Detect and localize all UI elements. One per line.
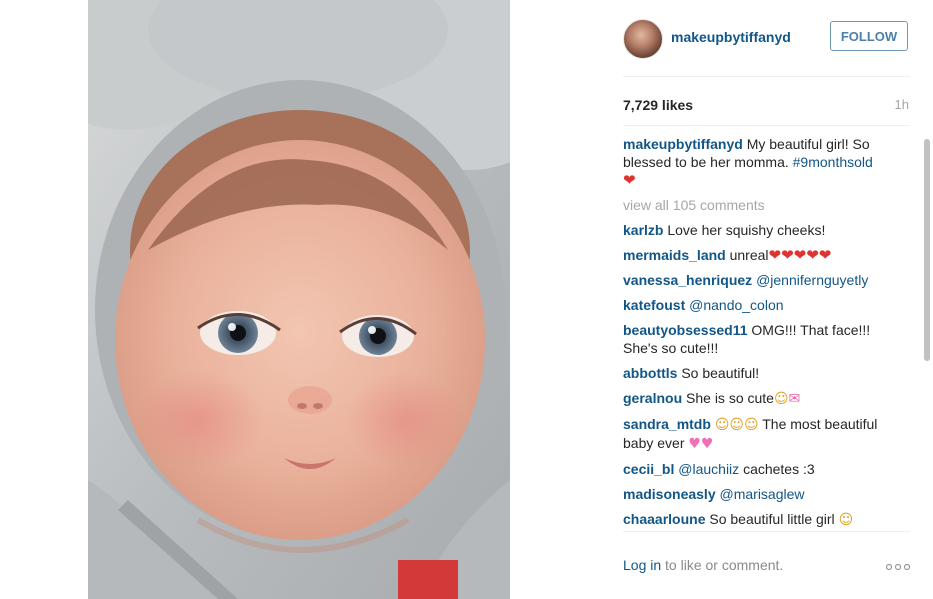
comment-mention[interactable]: @nando_colon (689, 297, 783, 313)
heart-letter-emoji: ✉ (788, 391, 801, 407)
likes-count[interactable]: 7,729 likes (623, 97, 693, 113)
post-header: makeupbytiffanyd FOLLOW (623, 17, 910, 59)
comment-username[interactable]: madisoneasly (623, 486, 716, 502)
caption: makeupbytiffanyd My beautiful girl! So b… (623, 135, 906, 189)
two-hearts-emoji: ♥♥ (688, 436, 714, 452)
comment-item: sandra_mtdb ☺☺☺ The most beautiful baby … (623, 415, 906, 453)
post-time[interactable]: 1h (895, 97, 909, 112)
comment-username[interactable]: geralnou (623, 390, 682, 406)
avatar[interactable] (623, 19, 663, 59)
comment-username[interactable]: cecii_bl (623, 461, 674, 477)
comment-item: katefoust @nando_colon (623, 296, 906, 314)
comment-mention[interactable]: @marisaglew (720, 486, 805, 502)
comment-item: chaaarloune So beautiful little girl ☺ (623, 510, 906, 529)
comment-username[interactable]: sandra_mtdb (623, 416, 711, 432)
comment-item: madisoneasly @marisaglew (623, 485, 906, 503)
comment-username[interactable]: karlzb (623, 222, 663, 238)
comment-mention[interactable]: @lauchiiz (678, 461, 739, 477)
comments-list[interactable]: makeupbytiffanyd My beautiful girl! So b… (623, 135, 923, 529)
comment-text: unreal (729, 247, 769, 263)
caption-hashtag[interactable]: #9monthsold (793, 154, 873, 170)
comment-item: abbottls So beautiful! (623, 364, 906, 382)
comment-text: So beautiful little girl (709, 511, 835, 527)
heart-eyes-emoji: ☺ (773, 391, 789, 407)
caption-username[interactable]: makeupbytiffanyd (623, 136, 743, 152)
login-prompt-text: to like or comment. (665, 557, 784, 573)
comment-username[interactable]: mermaids_land (623, 247, 726, 263)
heart-eyes-emoji: ☺☺☺ (714, 417, 759, 433)
heart-emoji: ❤ (623, 171, 636, 189)
divider (623, 531, 910, 532)
comment-item: geralnou She is so cute☺✉ (623, 389, 906, 408)
comment-username[interactable]: chaaarloune (623, 511, 705, 527)
footer: Log in to like or comment. (623, 557, 912, 577)
comment-text: She is so cute (686, 390, 774, 406)
post-photo[interactable] (88, 0, 510, 599)
divider (623, 76, 910, 77)
heart-emoji: ❤❤❤❤❤ (768, 246, 832, 264)
author-username[interactable]: makeupbytiffanyd (671, 29, 791, 45)
scrollbar-thumb[interactable] (924, 139, 930, 361)
likes-row: 7,729 likes 1h (623, 97, 910, 117)
comment-item: beautyobsessed11 OMG!!! That face!!! She… (623, 321, 906, 357)
follow-button[interactable]: FOLLOW (830, 21, 908, 51)
comments-scrollbar[interactable] (924, 139, 931, 521)
login-link[interactable]: Log in (623, 557, 661, 573)
comment-username[interactable]: katefoust (623, 297, 685, 313)
comment-text: Love her squishy cheeks! (667, 222, 826, 238)
comment-username[interactable]: vanessa_henriquez (623, 272, 752, 288)
comment-username[interactable]: abbottls (623, 365, 677, 381)
view-all-comments-link[interactable]: view all 105 comments (623, 196, 923, 214)
heart-eyes-emoji: ☺ (838, 512, 854, 528)
comment-item: mermaids_land unreal❤❤❤❤❤ (623, 246, 906, 264)
comment-mention[interactable]: @jennifernguyetly (756, 272, 868, 288)
comment-item: cecii_bl @lauchiiz cachetes :3 (623, 460, 906, 478)
more-options-icon[interactable] (886, 557, 912, 575)
comment-text: cachetes :3 (743, 461, 815, 477)
post-details-panel: makeupbytiffanyd FOLLOW 7,729 likes 1h m… (623, 0, 933, 599)
comment-username[interactable]: beautyobsessed11 (623, 322, 748, 338)
baby-photo-illustration (88, 0, 510, 599)
comment-item: karlzb Love her squishy cheeks! (623, 221, 906, 239)
comment-text: So beautiful! (681, 365, 760, 381)
comment-item: vanessa_henriquez @jennifernguyetly (623, 271, 906, 289)
divider (623, 125, 910, 126)
